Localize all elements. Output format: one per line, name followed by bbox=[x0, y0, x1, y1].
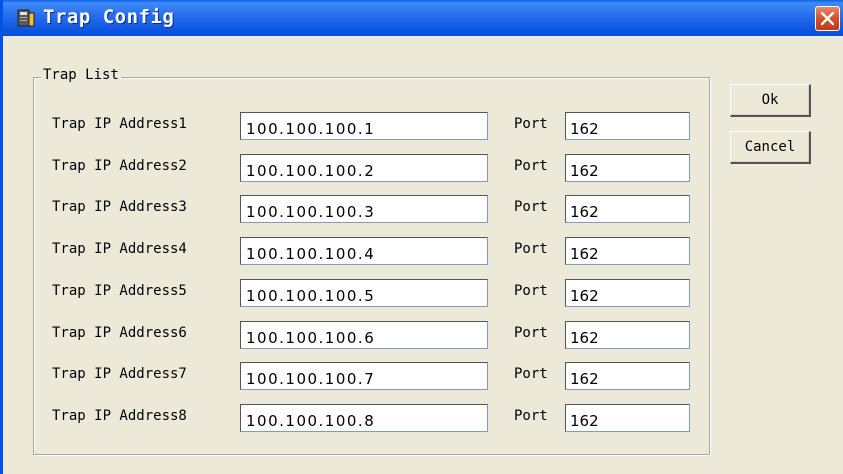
trap-ip-address-input[interactable] bbox=[240, 404, 488, 432]
title-bar[interactable]: Trap Config bbox=[3, 0, 843, 36]
trap-row: Trap IP Address2 Port bbox=[3, 154, 843, 182]
trap-ip-address-label: Trap IP Address7 bbox=[52, 366, 187, 382]
trap-ip-address-input[interactable] bbox=[240, 195, 488, 223]
trap-row: Trap IP Address4 Port bbox=[3, 237, 843, 265]
trap-list-title: Trap List bbox=[41, 67, 121, 83]
trap-ip-address-input[interactable] bbox=[240, 279, 488, 307]
port-label: Port bbox=[514, 325, 548, 341]
trap-ip-address-label: Trap IP Address3 bbox=[52, 199, 187, 215]
trap-ip-address-input[interactable] bbox=[240, 237, 488, 265]
port-label: Port bbox=[514, 408, 548, 424]
trap-ip-address-input[interactable] bbox=[240, 154, 488, 182]
trap-ip-address-input[interactable] bbox=[240, 112, 488, 140]
port-label: Port bbox=[514, 366, 548, 382]
app-icon bbox=[17, 9, 35, 27]
window-title: Trap Config bbox=[43, 6, 175, 28]
trap-ip-address-input[interactable] bbox=[240, 321, 488, 349]
cancel-button[interactable]: Cancel bbox=[730, 131, 811, 164]
trap-config-dialog: Trap Config Trap List Trap IP Address1 Po… bbox=[0, 0, 843, 474]
port-label: Port bbox=[514, 116, 548, 132]
trap-ip-address-label: Trap IP Address4 bbox=[52, 241, 187, 257]
close-button[interactable] bbox=[815, 6, 840, 31]
port-input[interactable] bbox=[565, 321, 690, 349]
port-label: Port bbox=[514, 241, 548, 257]
trap-ip-address-label: Trap IP Address5 bbox=[52, 283, 187, 299]
port-label: Port bbox=[514, 158, 548, 174]
port-label: Port bbox=[514, 199, 548, 215]
trap-row: Trap IP Address6 Port bbox=[3, 321, 843, 349]
trap-ip-address-input[interactable] bbox=[240, 362, 488, 390]
port-input[interactable] bbox=[565, 279, 690, 307]
port-input[interactable] bbox=[565, 112, 690, 140]
port-input[interactable] bbox=[565, 237, 690, 265]
close-icon bbox=[820, 11, 835, 26]
port-input[interactable] bbox=[565, 404, 690, 432]
trap-row: Trap IP Address8 Port bbox=[3, 404, 843, 432]
trap-row: Trap IP Address3 Port bbox=[3, 195, 843, 223]
port-input[interactable] bbox=[565, 362, 690, 390]
port-input[interactable] bbox=[565, 154, 690, 182]
ok-button[interactable]: Ok bbox=[730, 84, 811, 117]
trap-row: Trap IP Address7 Port bbox=[3, 362, 843, 390]
trap-ip-address-label: Trap IP Address8 bbox=[52, 408, 187, 424]
port-label: Port bbox=[514, 283, 548, 299]
trap-ip-address-label: Trap IP Address6 bbox=[52, 325, 187, 341]
trap-ip-address-label: Trap IP Address2 bbox=[52, 158, 187, 174]
port-input[interactable] bbox=[565, 195, 690, 223]
trap-row: Trap IP Address1 Port bbox=[3, 112, 843, 140]
trap-row: Trap IP Address5 Port bbox=[3, 279, 843, 307]
trap-ip-address-label: Trap IP Address1 bbox=[52, 116, 187, 132]
